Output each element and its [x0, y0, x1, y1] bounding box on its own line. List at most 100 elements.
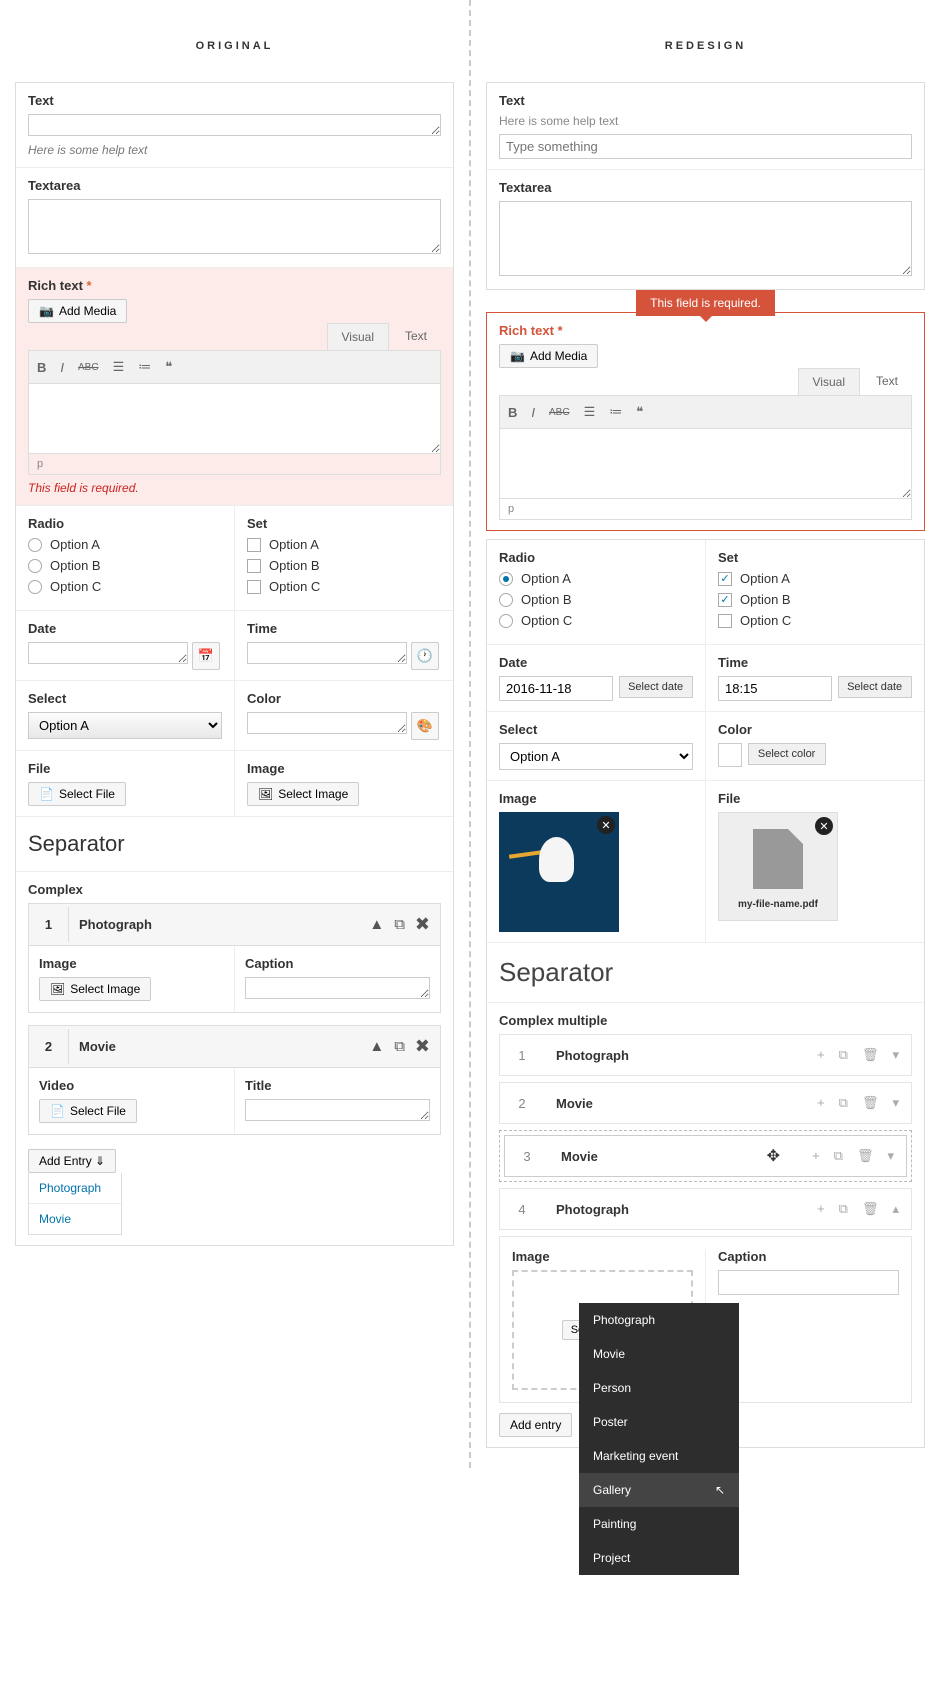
menu-item[interactable]: Project	[579, 1541, 739, 1575]
add-option[interactable]: Photograph	[29, 1173, 121, 1203]
text-help: Here is some help text	[28, 143, 441, 157]
copy-icon[interactable]: ⧉	[394, 916, 405, 933]
add-entry-button[interactable]: Add entry	[499, 1413, 572, 1437]
editor-body[interactable]	[28, 384, 441, 454]
text-input[interactable]	[499, 134, 912, 159]
add-media-button[interactable]: 📷 Add Media	[28, 299, 127, 323]
trash-icon[interactable]: 🗑	[862, 1095, 879, 1111]
add-icon[interactable]: +	[817, 1095, 825, 1111]
radio-option[interactable]: Option C	[499, 613, 693, 628]
visual-tab[interactable]: Visual	[327, 323, 389, 350]
textarea-input[interactable]	[28, 199, 441, 254]
menu-item[interactable]: Movie	[579, 1337, 739, 1371]
chevron-icon[interactable]: ▾	[892, 1047, 899, 1063]
complex-row[interactable]: 2 Movie +⧉🗑▾	[499, 1082, 912, 1124]
menu-item[interactable]: Painting	[579, 1507, 739, 1541]
radio-label: Radio	[499, 550, 693, 565]
check-option[interactable]: Option C	[247, 579, 441, 594]
copy-icon[interactable]: ⧉	[394, 1038, 405, 1055]
caption-input[interactable]	[718, 1270, 899, 1295]
add-icon[interactable]: +	[812, 1148, 820, 1164]
delete-icon[interactable]: ✖	[415, 914, 430, 935]
caption-label: Caption	[718, 1249, 899, 1264]
select-file-button[interactable]: 📄 Select File	[39, 1099, 137, 1123]
color-swatch[interactable]	[718, 743, 742, 767]
complex-row-dragging[interactable]: 3 Movie ✥ +⧉🗑▾	[504, 1135, 907, 1177]
menu-item[interactable]: Poster	[579, 1405, 739, 1439]
check-option[interactable]: Option C	[718, 613, 912, 628]
chevron-icon[interactable]: ▾	[887, 1148, 894, 1164]
select-date-button[interactable]: Select date	[838, 676, 912, 698]
menu-item[interactable]: Person	[579, 1371, 739, 1405]
copy-icon[interactable]: ⧉	[834, 1148, 843, 1164]
delete-icon[interactable]: ✖	[415, 1036, 430, 1057]
complex-row[interactable]: 4 Photograph +⧉🗑▴	[499, 1188, 912, 1230]
check-option[interactable]: Option A	[247, 537, 441, 552]
check-option[interactable]: Option B	[247, 558, 441, 573]
complex-row[interactable]: 1 Photograph +⧉🗑▾	[499, 1034, 912, 1076]
text-label: Text	[28, 93, 441, 108]
trash-icon[interactable]: 🗑	[862, 1201, 879, 1217]
complex-number: 2	[29, 1029, 69, 1064]
radio-option[interactable]: Option B	[499, 592, 693, 607]
image-label: Image	[512, 1249, 693, 1264]
color-input[interactable]	[247, 712, 407, 734]
collapse-icon[interactable]: ▲	[369, 916, 384, 933]
text-tab[interactable]: Text	[391, 323, 441, 350]
radio-option[interactable]: Option A	[499, 571, 693, 586]
drag-handle-icon[interactable]: ✥	[747, 1146, 800, 1166]
text-input[interactable]	[28, 114, 441, 136]
cursor-icon: ↖	[715, 1483, 725, 1497]
remove-icon[interactable]: ✕	[815, 817, 833, 835]
remove-icon[interactable]: ✕	[597, 816, 615, 834]
chevron-up-icon[interactable]: ▴	[892, 1201, 899, 1217]
editor-body[interactable]	[499, 429, 912, 499]
file-thumbnail[interactable]: ✕ my-file-name.pdf	[718, 812, 838, 921]
visual-tab[interactable]: Visual	[798, 368, 860, 395]
clock-icon[interactable]: 🕐	[411, 642, 439, 670]
date-label: Date	[499, 655, 693, 670]
select-file-button[interactable]: 📄 Select File	[28, 782, 126, 806]
date-input[interactable]	[499, 676, 613, 701]
select-date-button[interactable]: Select date	[619, 676, 693, 698]
trash-icon[interactable]: 🗑	[862, 1047, 879, 1063]
radio-option[interactable]: Option A	[28, 537, 222, 552]
textarea-input[interactable]	[499, 201, 912, 276]
add-option[interactable]: Movie	[29, 1203, 121, 1234]
check-option[interactable]: ✓Option A	[718, 571, 912, 586]
radio-option[interactable]: Option C	[28, 579, 222, 594]
image-thumbnail[interactable]: ✕	[499, 812, 619, 932]
chevron-icon[interactable]: ▾	[892, 1095, 899, 1111]
time-input[interactable]	[718, 676, 832, 701]
rich-label: Rich text *	[28, 278, 441, 293]
title-input[interactable]	[245, 1099, 430, 1121]
menu-item[interactable]: Marketing event	[579, 1439, 739, 1473]
color-label: Color	[718, 722, 912, 737]
calendar-icon[interactable]: 📅	[192, 642, 220, 670]
add-entry-button[interactable]: Add Entry ⇓	[28, 1149, 116, 1173]
copy-icon[interactable]: ⧉	[839, 1095, 848, 1111]
menu-item[interactable]: Gallery ↖	[579, 1473, 739, 1507]
select-input[interactable]: Option A	[499, 743, 693, 770]
menu-item[interactable]: Photograph	[579, 1303, 739, 1337]
add-icon[interactable]: +	[817, 1047, 825, 1063]
copy-icon[interactable]: ⧉	[839, 1047, 848, 1063]
trash-icon[interactable]: 🗑	[857, 1148, 874, 1164]
add-icon[interactable]: +	[817, 1201, 825, 1217]
time-input[interactable]	[247, 642, 407, 664]
select-label: Select	[28, 691, 222, 706]
collapse-icon[interactable]: ▲	[369, 1038, 384, 1055]
select-input[interactable]: Option A	[28, 712, 222, 739]
caption-input[interactable]	[245, 977, 430, 999]
copy-icon[interactable]: ⧉	[839, 1201, 848, 1217]
check-option[interactable]: ✓Option B	[718, 592, 912, 607]
select-image-button[interactable]: 🖼 Select Image	[39, 977, 151, 1001]
select-image-button[interactable]: 🖼 Select Image	[247, 782, 359, 806]
color-picker-icon[interactable]: 🎨	[411, 712, 439, 740]
text-tab[interactable]: Text	[862, 368, 912, 395]
color-label: Color	[247, 691, 441, 706]
add-media-button[interactable]: 📷 Add Media	[499, 344, 598, 368]
select-color-button[interactable]: Select color	[748, 743, 826, 765]
radio-option[interactable]: Option B	[28, 558, 222, 573]
date-input[interactable]	[28, 642, 188, 664]
